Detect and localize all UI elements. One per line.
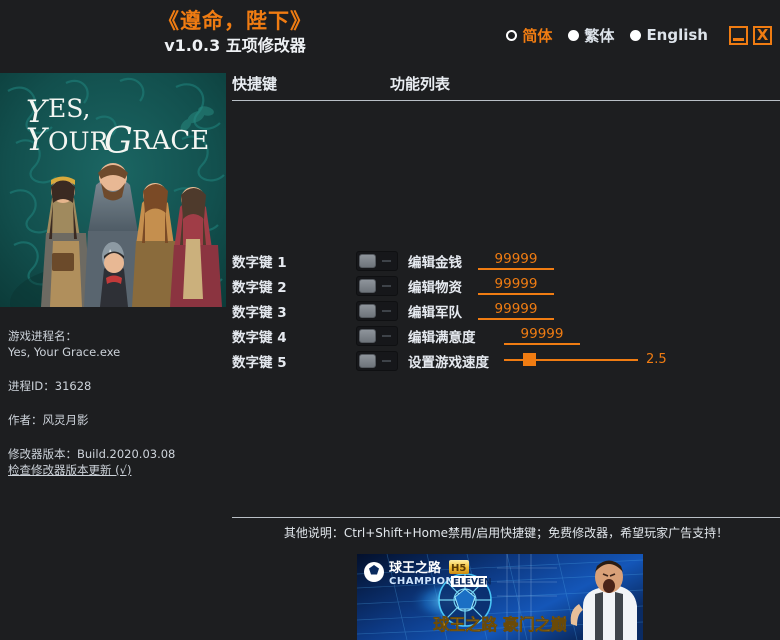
- svg-text:球王之路 豪门之巅: 球王之路 豪门之巅: [433, 615, 567, 634]
- table-row: 数字键 4 编辑满意度 99999: [232, 323, 780, 348]
- language-option-english[interactable]: English: [630, 26, 708, 44]
- game-speed-value: 2.5: [646, 352, 667, 367]
- table-row: 数字键 2 编辑物资 99999: [232, 273, 780, 298]
- cheat-toggle-5[interactable]: [356, 351, 398, 371]
- game-speed-slider[interactable]: [504, 350, 638, 370]
- svg-text:ES,: ES,: [48, 94, 90, 123]
- cheat-value-input-4[interactable]: 99999: [504, 326, 580, 345]
- svg-text:RACE: RACE: [132, 126, 209, 156]
- hotkey-label-1: 数字键 1: [232, 251, 287, 271]
- toggle-knob-icon: [359, 304, 376, 318]
- column-header-hotkey: 快捷键: [232, 73, 277, 94]
- footer-divider: [232, 517, 780, 518]
- page-subtitle: v1.0.3 五项修改器: [0, 35, 470, 57]
- toggle-dash-icon: [382, 335, 391, 337]
- check-update-link[interactable]: 检查修改器版本更新 (√): [8, 463, 131, 477]
- hotkey-label-5: 数字键 5: [232, 351, 287, 371]
- language-option-simplified[interactable]: 简体: [506, 25, 552, 46]
- column-headers: 快捷键 功能列表: [232, 73, 780, 101]
- table-row: 数字键 5 设置游戏速度 2.5: [232, 348, 780, 373]
- ad-banner[interactable]: 球王之路 H5 CHAMPION ELEVEN 球王之路 豪门之巅: [357, 554, 643, 640]
- radio-icon-simplified[interactable]: [506, 30, 517, 41]
- svg-text:G: G: [104, 121, 133, 162]
- author: 作者：风灵月影: [8, 412, 226, 428]
- radio-icon-traditional[interactable]: [568, 30, 579, 41]
- process-name-value: Yes, Your Grace.exe: [8, 344, 226, 360]
- language-label-traditional: 繁体: [584, 25, 614, 46]
- svg-text:Y: Y: [26, 122, 49, 158]
- minimize-icon[interactable]: [729, 26, 748, 45]
- hotkey-label-2: 数字键 2: [232, 276, 287, 296]
- close-icon[interactable]: X: [753, 26, 772, 45]
- svg-text:CHAMPION: CHAMPION: [389, 576, 454, 587]
- title-block: 《遵命，陛下》 v1.0.3 五项修改器: [0, 9, 470, 57]
- toggle-knob-icon: [359, 354, 376, 368]
- process-id: 进程ID：31628: [8, 378, 226, 394]
- slider-track: [504, 359, 638, 361]
- hotkey-label-3: 数字键 3: [232, 301, 287, 321]
- footer-note: 其他说明：Ctrl+Shift+Home禁用/启用快捷键；免费修改器，希望玩家广…: [232, 524, 780, 541]
- toggle-knob-icon: [359, 279, 376, 293]
- cheat-label-3: 编辑军队: [408, 301, 462, 321]
- cheat-toggle-4[interactable]: [356, 326, 398, 346]
- svg-text:ELEVEN: ELEVEN: [453, 578, 492, 588]
- cheat-label-4: 编辑满意度: [408, 326, 476, 346]
- language-option-traditional[interactable]: 繁体: [568, 25, 614, 46]
- cheat-panel: 快捷键 功能列表 数字键 1 编辑金钱 99999 数字键 2 编辑物资 999…: [232, 73, 780, 101]
- svg-text:OUR: OUR: [48, 127, 110, 156]
- language-selector: 简体 繁体 English X: [506, 22, 772, 48]
- header-divider: [232, 100, 780, 101]
- language-label-simplified: 简体: [522, 25, 552, 46]
- language-label-english: English: [646, 26, 708, 44]
- slider-handle[interactable]: [523, 353, 536, 366]
- column-header-function: 功能列表: [390, 73, 450, 94]
- radio-icon-english[interactable]: [630, 30, 641, 41]
- hotkey-label-4: 数字键 4: [232, 326, 287, 346]
- svg-text:球王之路: 球王之路: [389, 560, 442, 576]
- cheat-toggle-1[interactable]: [356, 251, 398, 271]
- process-info: 游戏进程名： Yes, Your Grace.exe 进程ID：31628 作者…: [8, 328, 226, 478]
- toggle-knob-icon: [359, 329, 376, 343]
- left-panel: Y ES, Y OUR G RACE: [0, 73, 226, 307]
- trainer-version: 修改器版本：Build.2020.03.08: [8, 446, 226, 462]
- toggle-dash-icon: [382, 360, 391, 362]
- cheat-label-5: 设置游戏速度: [408, 351, 489, 371]
- cheat-toggle-3[interactable]: [356, 301, 398, 321]
- toggle-dash-icon: [382, 310, 391, 312]
- cheat-value-input-3[interactable]: 99999: [478, 301, 554, 320]
- cheat-value-input-1[interactable]: 99999: [478, 251, 554, 270]
- title-bar: 《遵命，陛下》 v1.0.3 五项修改器 简体 繁体 English X: [0, 0, 780, 70]
- toggle-dash-icon: [382, 260, 391, 262]
- toggle-knob-icon: [359, 254, 376, 268]
- game-cover-art: Y ES, Y OUR G RACE: [0, 73, 226, 307]
- svg-text:H5: H5: [451, 563, 466, 574]
- page-title: 《遵命，陛下》: [0, 9, 470, 34]
- cheat-label-1: 编辑金钱: [408, 251, 462, 271]
- cheat-label-2: 编辑物资: [408, 276, 462, 296]
- toggle-dash-icon: [382, 285, 391, 287]
- cheat-toggle-2[interactable]: [356, 276, 398, 296]
- table-row: 数字键 1 编辑金钱 99999: [232, 248, 780, 273]
- cheat-row-list: 数字键 1 编辑金钱 99999 数字键 2 编辑物资 99999 数字键 3: [232, 248, 780, 373]
- cheat-value-input-2[interactable]: 99999: [478, 276, 554, 295]
- table-row: 数字键 3 编辑军队 99999: [232, 298, 780, 323]
- process-name-label: 游戏进程名：: [8, 328, 226, 344]
